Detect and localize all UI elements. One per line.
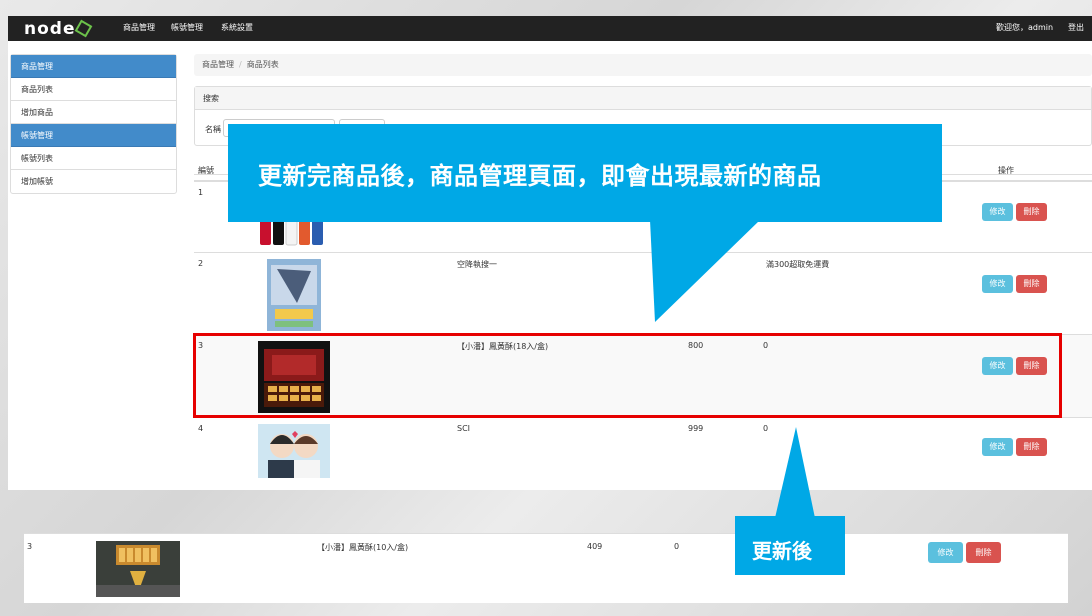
product-price: 409 [587, 542, 603, 551]
product-image-pastry-updated [96, 541, 180, 597]
delete-button[interactable]: 刪除 [966, 542, 1001, 563]
product-name: 【小潘】鳳黃酥(10入/盒) [317, 543, 409, 552]
updated-callout-text: 更新後 [752, 539, 812, 563]
edit-button[interactable]: 修改 [928, 542, 963, 563]
row-id: 3 [27, 542, 33, 551]
main-callout-text: 更新完商品後，商品管理頁面，即會出現最新的商品 [258, 162, 822, 190]
product-qty: 0 [674, 542, 680, 551]
callout-tails [650, 220, 815, 518]
updated-row-strip: 3 【小潘】鳳黃酥(10入/盒) 409 0 修改 刪除 [24, 533, 1068, 603]
